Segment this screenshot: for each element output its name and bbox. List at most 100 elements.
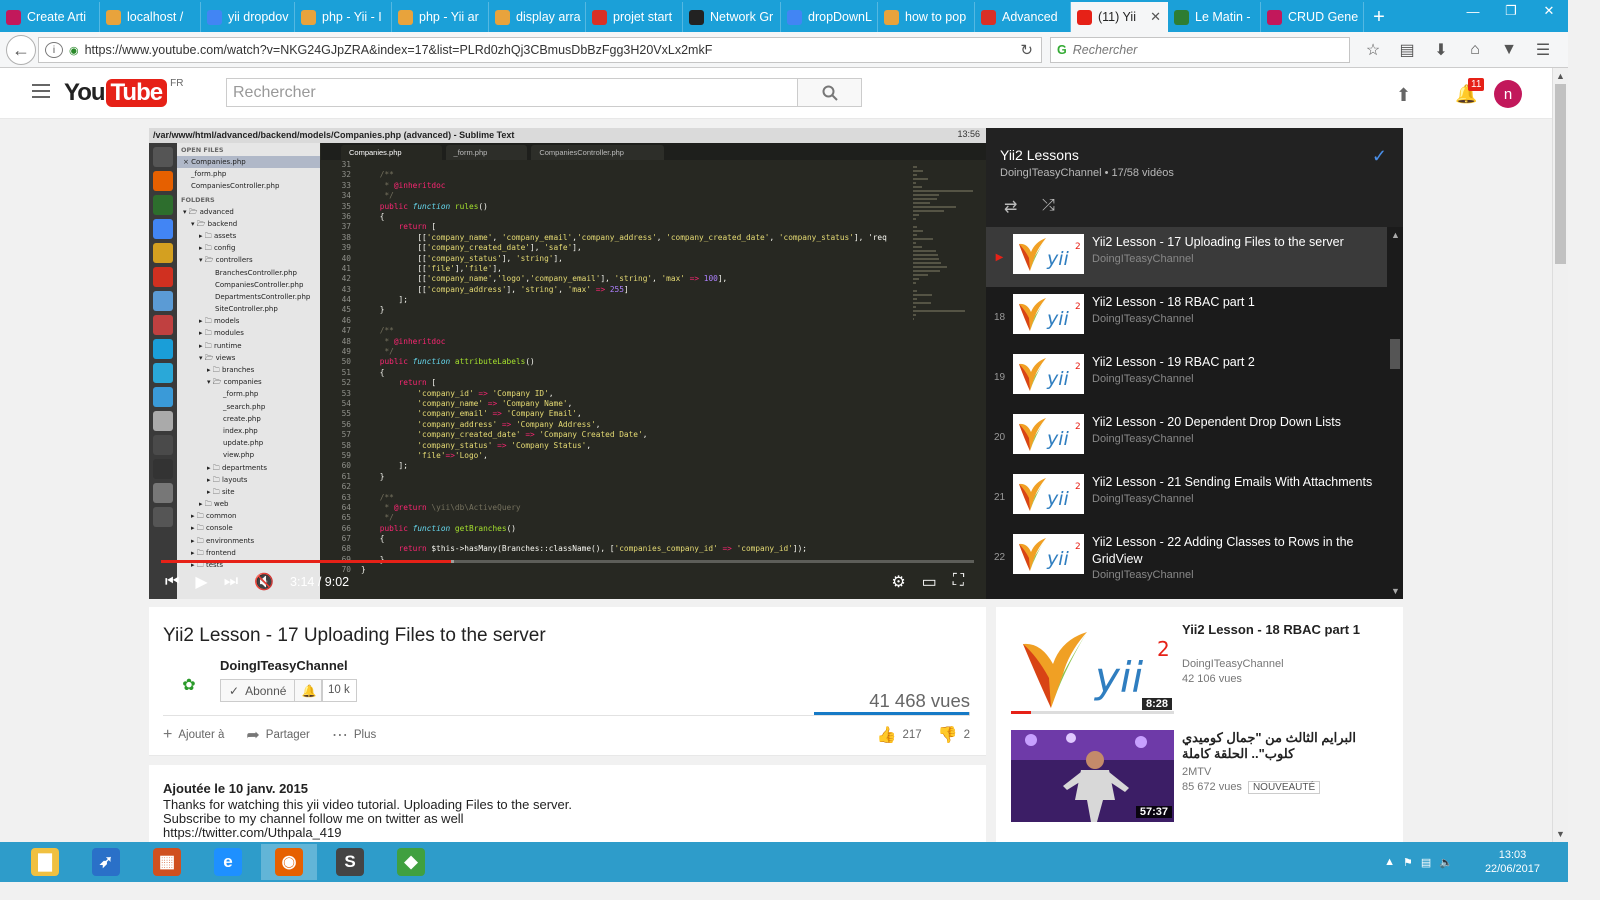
playlist-item[interactable]: 22 yii 2 Yii2 Lesson - 22 Adding Classes to… — [986, 527, 1387, 587]
video-thumbnail: yii 2 8:28 — [1011, 622, 1174, 714]
like-button[interactable]: 👍 217 — [877, 725, 922, 745]
shuffle-icon[interactable]: ⤮ — [1042, 197, 1055, 215]
playlist-item[interactable]: 21 yii 2 Yii2 Lesson - 21 Sending Emails Wi… — [986, 467, 1387, 527]
play-icon[interactable]: ▶ — [195, 572, 207, 592]
related-title[interactable]: البرايم الثالث من "جمال كوميدي كلوب".. ا… — [1182, 730, 1387, 762]
new-tab-button[interactable]: + — [1364, 2, 1394, 32]
browser-tab[interactable]: Advanced — [975, 2, 1071, 32]
paint-icon[interactable]: ▦ — [139, 844, 195, 880]
download-icon[interactable]: ⬇ — [1424, 40, 1458, 60]
page-scrollbar[interactable]: ▲ ▼ — [1552, 68, 1568, 842]
browser-tab[interactable]: display arra — [489, 2, 586, 32]
browser-tab[interactable]: dropDownL — [781, 2, 878, 32]
page-scroll-thumb[interactable] — [1555, 84, 1566, 264]
playlist-scrollbar[interactable]: ▲ ▼ — [1387, 227, 1403, 599]
related-title[interactable]: Yii2 Lesson - 18 RBAC part 1 — [1182, 622, 1387, 638]
menu-icon[interactable]: ☰ — [1526, 40, 1560, 60]
browser-tab[interactable]: how to pop — [878, 2, 975, 32]
playlist-item[interactable]: 19 yii 2 Yii2 Lesson - 19 RBAC part 2 DoingI… — [986, 347, 1387, 407]
youtube-logo[interactable]: You Tube FR — [64, 78, 183, 107]
gem-icon[interactable]: ◆ — [383, 844, 439, 880]
subscribe-button[interactable]: ✓ Abonné 🔔 — [220, 679, 324, 702]
loop-icon[interactable]: ⇄ — [1004, 197, 1017, 217]
playlist-thumbnail: yii 2 — [1013, 534, 1084, 574]
saved-check-icon[interactable]: ✓ — [1372, 146, 1387, 167]
browser-tab[interactable]: Le Matin - — [1168, 2, 1261, 32]
browser-tab[interactable]: php - Yii - I — [295, 2, 392, 32]
reading-list-icon[interactable]: ▤ — [1390, 40, 1424, 60]
video-player[interactable]: /var/www/html/advanced/backend/models/Co… — [149, 128, 986, 599]
pocket-icon[interactable]: ▼ — [1492, 41, 1526, 59]
video-time: 3:14 / 9:02 — [290, 575, 350, 589]
avatar[interactable]: n — [1494, 80, 1522, 108]
playlist-item[interactable]: ▶ yii 2 Yii2 Lesson - 17 Uploading Files to… — [986, 227, 1387, 287]
browser-tab[interactable]: php - Yii ar — [392, 2, 489, 32]
dislike-button[interactable]: 👎 2 — [938, 725, 970, 745]
file-manager-icon[interactable]: ▇ — [17, 844, 73, 880]
sidebar-file: BranchesController.php — [215, 268, 297, 277]
flag-icon[interactable]: ⚑ — [1403, 856, 1413, 869]
more-button[interactable]: ⋯ Plus — [332, 725, 376, 745]
playlist-item[interactable]: 18 yii 2 Yii2 Lesson - 18 RBAC part 1 DoingI… — [986, 287, 1387, 347]
settings-gear-icon[interactable]: ⚙ — [891, 572, 905, 592]
back-button[interactable]: ← — [6, 35, 36, 65]
playlist-item-channel: DoingITeasyChannel — [1092, 372, 1194, 385]
network-icon[interactable]: ▤ — [1421, 856, 1431, 869]
show-hidden-icons[interactable]: ▲ — [1384, 856, 1395, 868]
sidebar-file: ▸ 🗀 runtime — [199, 341, 242, 350]
next-icon[interactable]: ⏭ — [224, 573, 238, 591]
volume-icon[interactable]: 🔈 — [1439, 856, 1453, 869]
upload-icon[interactable]: ⬆ — [1396, 85, 1411, 106]
minimize-icon[interactable]: — — [1454, 0, 1492, 22]
browser-tab[interactable]: localhost / — [100, 2, 201, 32]
previous-icon[interactable]: ⏮ — [165, 573, 179, 591]
mute-icon[interactable]: 🔇 — [254, 572, 274, 592]
theater-mode-icon[interactable]: ▭ — [922, 572, 937, 592]
channel-name[interactable]: DoingITeasyChannel — [220, 658, 348, 673]
playlist-item[interactable]: 20 yii 2 Yii2 Lesson - 20 Dependent Drop Do… — [986, 407, 1387, 467]
sublime-icon[interactable]: S — [322, 844, 378, 880]
playlist-scroll-thumb[interactable] — [1390, 339, 1400, 369]
video-progress-bar[interactable] — [161, 560, 974, 563]
gmail-icon — [981, 9, 996, 25]
guide-menu-icon[interactable] — [32, 84, 50, 98]
maximize-icon[interactable]: ❐ — [1492, 0, 1530, 22]
related-video-item[interactable]: 57:37 البرايم الثالث من "جمال كوميدي كلو… — [1011, 730, 1391, 830]
taskbar-clock[interactable]: 13:03 22/06/2017 — [1485, 848, 1540, 876]
rocket-icon[interactable]: ➶ — [78, 844, 134, 880]
info-icon[interactable]: i — [45, 42, 63, 58]
ie-icon[interactable]: e — [200, 844, 256, 880]
line-number: 45 — [341, 305, 351, 315]
url-bar[interactable]: i ◉ https://www.youtube.com/watch?v=NKG2… — [38, 37, 1042, 63]
bookmark-star-icon[interactable]: ☆ — [1356, 40, 1390, 60]
browser-tab[interactable]: Network Gr — [683, 2, 781, 32]
twitter-link[interactable]: https://twitter.com/Uthpala_419 — [163, 826, 972, 840]
close-tab-icon[interactable]: ✕ — [1150, 9, 1161, 25]
firefox-icon[interactable]: ◉ — [261, 844, 317, 880]
close-icon[interactable]: ✕ — [1530, 0, 1568, 22]
browser-tab[interactable]: projet start — [586, 2, 683, 32]
launcher-app-icon — [153, 507, 173, 527]
youtube-search-input[interactable]: Rechercher — [226, 78, 798, 107]
browser-tab[interactable]: yii dropdov — [201, 2, 295, 32]
browser-tab[interactable]: Create Arti — [0, 2, 100, 32]
code-line: * @inheritdoc — [361, 180, 446, 190]
browser-tab[interactable]: CRUD Gene — [1261, 2, 1364, 32]
youtube-search-button[interactable] — [797, 78, 862, 107]
reload-icon[interactable]: ↻ — [1020, 41, 1033, 59]
video-progress-fill — [161, 560, 452, 563]
channel-avatar[interactable]: ✿ — [171, 667, 207, 703]
home-icon[interactable]: ⌂ — [1458, 41, 1492, 59]
fullscreen-icon[interactable]: ⛶ — [953, 572, 964, 592]
sidebar-file: ▸ 🗀 models — [199, 317, 240, 326]
browser-search-input[interactable]: G Rechercher — [1050, 37, 1350, 63]
sidebar-file: ▸ 🗀 console — [191, 524, 233, 533]
add-to-button[interactable]: + Ajouter à — [163, 726, 224, 744]
share-button[interactable]: ➦ Partager — [246, 725, 310, 745]
browser-tab[interactable]: (11) Yii ✕ — [1071, 2, 1168, 32]
related-video-item[interactable]: yii 2 8:28 Yii2 Lesson - 18 RBAC part 1 … — [1011, 622, 1391, 722]
playlist-title[interactable]: Yii2 Lessons — [1000, 147, 1079, 163]
duration-badge: 8:28 — [1141, 698, 1172, 710]
line-number: 68 — [341, 544, 351, 554]
notification-bell-icon[interactable]: 🔔 — [294, 680, 322, 701]
